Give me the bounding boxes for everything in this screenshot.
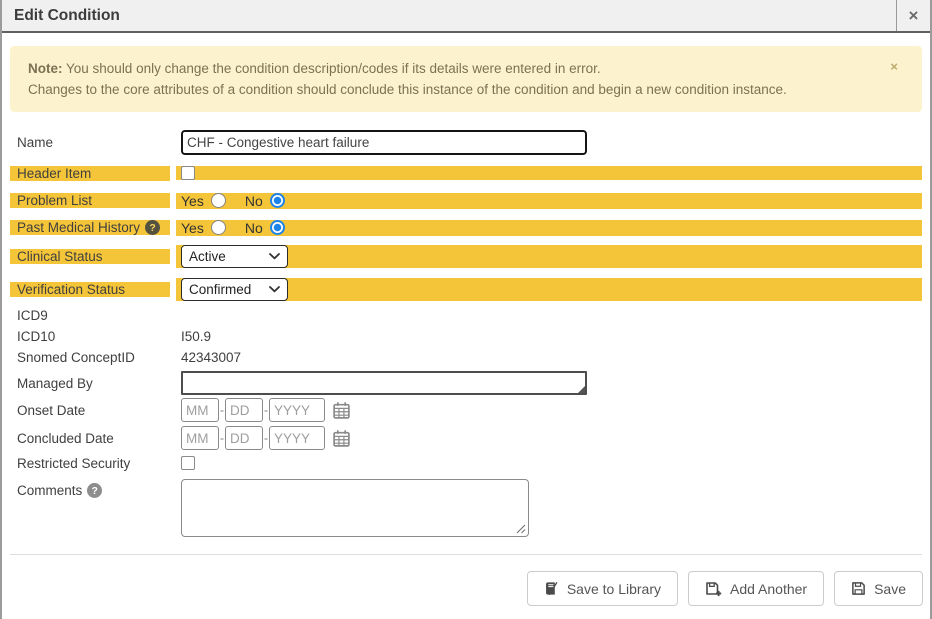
verification-status-value: Confirmed [189,282,269,297]
clinical-status-row: Clinical Status Active [10,243,922,270]
save-label: Save [874,581,906,597]
edit-condition-dialog: Edit Condition × Note: You should only c… [0,0,932,619]
verification-status-select[interactable]: Confirmed [181,278,288,301]
save-plus-icon [705,581,722,597]
past-medical-history-label: Past Medical History [17,220,140,235]
book-icon [544,581,559,596]
onset-date-label: Onset Date [10,403,170,418]
header-item-label: Header Item [10,166,170,181]
comments-label: Comments [17,483,82,498]
onset-day-input[interactable] [225,398,263,422]
name-input[interactable] [181,130,587,155]
past-medical-history-row: Past Medical History ? Yes No [10,215,922,240]
save-button[interactable]: Save [834,571,923,606]
concluded-calendar-icon[interactable] [332,429,351,448]
close-icon: × [909,7,919,24]
problem-list-no-label: No [245,193,263,209]
icd10-row: ICD10 I50.9 [10,326,922,347]
restricted-security-checkbox[interactable] [181,456,195,470]
pmh-yes-radio[interactable] [211,220,226,235]
close-button[interactable]: × [896,0,930,31]
problem-list-row: Problem List Yes No [10,188,922,213]
clinical-status-value: Active [189,249,269,264]
verification-status-label: Verification Status [10,282,170,297]
date-separator: - [264,431,268,445]
date-separator: - [264,403,268,417]
date-separator: - [220,403,224,417]
managed-by-row: Managed By [10,370,922,396]
concluded-year-input[interactable] [269,426,325,450]
help-icon[interactable]: ? [145,220,160,235]
header-item-row: Header Item [10,161,922,185]
note-line1: Note: You should only change the conditi… [28,58,882,79]
pmh-yes-label: Yes [181,220,204,236]
footer-buttons: Save to Library Add Another Save [2,555,930,606]
page-title: Edit Condition [2,0,896,31]
name-row: Name [10,127,922,157]
concluded-day-input[interactable] [225,426,263,450]
note-line1-text: You should only change the condition des… [63,61,601,76]
managed-by-label: Managed By [10,376,170,391]
save-to-library-button[interactable]: Save to Library [527,571,678,606]
note-label: Note: [28,61,63,76]
clinical-status-select[interactable]: Active [181,245,288,268]
problem-list-label: Problem List [10,193,170,208]
pmh-no-radio[interactable] [270,220,285,235]
managed-by-input[interactable] [181,371,587,395]
help-icon[interactable]: ? [87,483,102,498]
condition-form: Name Header Item Problem List Yes No [2,127,930,540]
resize-grip-icon[interactable] [516,524,526,534]
concluded-month-input[interactable] [181,426,219,450]
add-another-label: Add Another [730,581,807,597]
icd10-label: ICD10 [10,329,170,344]
add-another-button[interactable]: Add Another [688,571,824,606]
date-separator: - [220,431,224,445]
snomed-label: Snomed ConceptID [10,350,170,365]
verification-status-row: Verification Status Confirmed [10,276,922,303]
onset-calendar-icon[interactable] [332,401,351,420]
note-line2: Changes to the core attributes of a cond… [28,79,882,100]
problem-list-no-radio[interactable] [270,193,285,208]
icd9-label: ICD9 [10,308,170,323]
chevron-down-icon [269,253,280,260]
comments-row: Comments ? [10,479,922,540]
icd9-row: ICD9 [10,305,922,326]
clinical-status-label: Clinical Status [10,249,170,264]
snomed-value: 42343007 [176,350,922,365]
resize-grip [181,371,587,395]
restricted-security-row: Restricted Security [10,452,922,474]
restricted-security-label: Restricted Security [10,456,170,471]
onset-date-row: Onset Date - - [10,396,922,424]
name-label: Name [10,135,170,150]
dialog-header: Edit Condition × [2,0,930,33]
concluded-date-row: Concluded Date - - [10,424,922,452]
note-banner: Note: You should only change the conditi… [10,46,922,112]
problem-list-yes-label: Yes [181,193,204,209]
header-item-checkbox[interactable] [181,166,195,180]
problem-list-yes-radio[interactable] [211,193,226,208]
save-icon [851,581,866,596]
snomed-row: Snomed ConceptID 42343007 [10,347,922,368]
note-dismiss-icon[interactable]: × [890,60,898,73]
concluded-date-label: Concluded Date [10,431,170,446]
comments-textarea[interactable] [181,479,529,537]
pmh-no-label: No [245,220,263,236]
icd10-value: I50.9 [176,329,922,344]
save-to-library-label: Save to Library [567,581,661,597]
chevron-down-icon [269,286,280,293]
onset-month-input[interactable] [181,398,219,422]
onset-year-input[interactable] [269,398,325,422]
